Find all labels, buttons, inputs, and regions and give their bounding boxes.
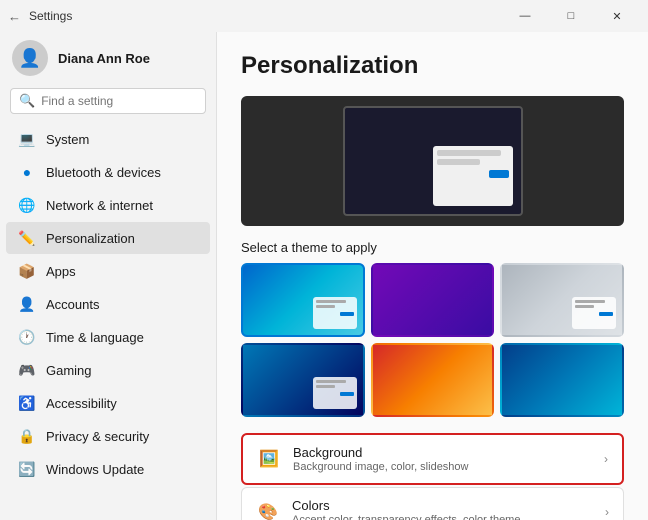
sidebar-item-bluetooth[interactable]: ● Bluetooth & devices xyxy=(6,156,210,188)
page-title: Personalization xyxy=(241,52,624,80)
main-content: Personalization Select a theme to apply xyxy=(216,32,648,520)
mini-line-4 xyxy=(575,305,594,308)
theme-preview xyxy=(241,96,624,226)
colors-arrow: › xyxy=(605,505,609,519)
sidebar-label-bluetooth: Bluetooth & devices xyxy=(46,165,161,180)
sidebar-item-apps[interactable]: 📦 Apps xyxy=(6,255,210,287)
sidebar-label-accessibility: Accessibility xyxy=(46,396,117,411)
avatar: 👤 xyxy=(12,40,48,76)
mini-line xyxy=(316,300,346,303)
colors-subtitle: Accent color, transparency effects, colo… xyxy=(292,514,593,520)
sidebar-label-personalization: Personalization xyxy=(46,231,135,246)
preview-line-2 xyxy=(437,159,480,165)
titlebar-controls: — □ ✕ xyxy=(502,0,640,32)
titlebar-left: ← Settings xyxy=(8,9,72,24)
system-icon: 💻 xyxy=(18,130,36,148)
close-button[interactable]: ✕ xyxy=(594,0,640,32)
personalization-icon: ✏️ xyxy=(18,229,36,247)
theme-card-3[interactable] xyxy=(241,343,365,417)
preview-btn xyxy=(489,170,509,178)
background-text: Background Background image, color, slid… xyxy=(293,445,592,473)
accounts-icon: 👤 xyxy=(18,295,36,313)
theme-card-1[interactable] xyxy=(371,263,495,337)
search-box[interactable]: 🔍 xyxy=(10,88,206,114)
settings-item-background[interactable]: 🖼️ Background Background image, color, s… xyxy=(241,433,624,485)
sidebar-item-time[interactable]: 🕐 Time & language xyxy=(6,321,210,353)
background-title: Background xyxy=(293,445,592,460)
apps-icon: 📦 xyxy=(18,262,36,280)
settings-list: 🖼️ Background Background image, color, s… xyxy=(241,433,624,520)
desktop-preview xyxy=(343,106,523,216)
colors-title: Colors xyxy=(292,498,593,513)
theme-card-5[interactable] xyxy=(500,343,624,417)
sidebar-label-time: Time & language xyxy=(46,330,144,345)
sidebar-item-system[interactable]: 💻 System xyxy=(6,123,210,155)
avatar-icon: 👤 xyxy=(19,48,41,69)
settings-window: ← Settings — □ ✕ 👤 Diana Ann Roe 🔍 xyxy=(0,0,648,520)
bluetooth-icon: ● xyxy=(18,163,36,181)
themes-grid xyxy=(241,263,624,417)
user-name: Diana Ann Roe xyxy=(58,51,150,66)
window-preview xyxy=(433,146,513,206)
sidebar-label-privacy: Privacy & security xyxy=(46,429,149,444)
titlebar: ← Settings — □ ✕ xyxy=(0,0,648,32)
sidebar-item-network[interactable]: 🌐 Network & internet xyxy=(6,189,210,221)
minimize-button[interactable]: — xyxy=(502,0,548,32)
sidebar-item-privacy[interactable]: 🔒 Privacy & security xyxy=(6,420,210,452)
update-icon: 🔄 xyxy=(18,460,36,478)
colors-icon: 🎨 xyxy=(256,500,280,520)
mini-btn xyxy=(340,312,354,316)
sidebar-item-accessibility[interactable]: ♿ Accessibility xyxy=(6,387,210,419)
sidebar-label-accounts: Accounts xyxy=(46,297,99,312)
mini-btn-2 xyxy=(599,312,613,316)
sidebar-item-gaming[interactable]: 🎮 Gaming xyxy=(6,354,210,386)
gaming-icon: 🎮 xyxy=(18,361,36,379)
sidebar: 👤 Diana Ann Roe 🔍 💻 System ● Bluetooth &… xyxy=(0,32,216,520)
preview-btn-bar xyxy=(437,170,509,178)
sidebar-label-apps: Apps xyxy=(46,264,76,279)
mini-line-6 xyxy=(316,385,335,388)
mini-btn-3 xyxy=(340,392,354,396)
theme-card-2[interactable] xyxy=(500,263,624,337)
theme-mini-window-3 xyxy=(313,377,357,409)
settings-item-colors[interactable]: 🎨 Colors Accent color, transparency effe… xyxy=(241,487,624,520)
sidebar-item-personalization[interactable]: ✏️ Personalization xyxy=(6,222,210,254)
search-input[interactable] xyxy=(41,94,197,108)
sidebar-item-accounts[interactable]: 👤 Accounts xyxy=(6,288,210,320)
background-subtitle: Background image, color, slideshow xyxy=(293,461,592,473)
privacy-icon: 🔒 xyxy=(18,427,36,445)
search-icon: 🔍 xyxy=(19,93,35,109)
sidebar-label-system: System xyxy=(46,132,89,147)
sidebar-item-update[interactable]: 🔄 Windows Update xyxy=(6,453,210,485)
content-area: 👤 Diana Ann Roe 🔍 💻 System ● Bluetooth &… xyxy=(0,32,648,520)
mini-line-2 xyxy=(316,305,335,308)
theme-card-4[interactable] xyxy=(371,343,495,417)
nav-list: 💻 System ● Bluetooth & devices 🌐 Network… xyxy=(0,122,216,486)
theme-card-0[interactable] xyxy=(241,263,365,337)
theme-mini-window-2 xyxy=(572,297,616,329)
user-info: 👤 Diana Ann Roe xyxy=(0,32,216,88)
sidebar-label-network: Network & internet xyxy=(46,198,153,213)
background-arrow: › xyxy=(604,452,608,466)
network-icon: 🌐 xyxy=(18,196,36,214)
background-icon: 🖼️ xyxy=(257,447,281,471)
mini-line-3 xyxy=(575,300,605,303)
window-title: Settings xyxy=(29,9,72,23)
preview-line-1 xyxy=(437,150,502,156)
maximize-button[interactable]: □ xyxy=(548,0,594,32)
sidebar-label-update: Windows Update xyxy=(46,462,144,477)
theme-section-label: Select a theme to apply xyxy=(241,240,624,255)
accessibility-icon: ♿ xyxy=(18,394,36,412)
theme-mini-window-0 xyxy=(313,297,357,329)
time-icon: 🕐 xyxy=(18,328,36,346)
mini-line-5 xyxy=(316,380,346,383)
back-icon[interactable]: ← xyxy=(8,9,21,24)
sidebar-label-gaming: Gaming xyxy=(46,363,92,378)
colors-text: Colors Accent color, transparency effect… xyxy=(292,498,593,520)
